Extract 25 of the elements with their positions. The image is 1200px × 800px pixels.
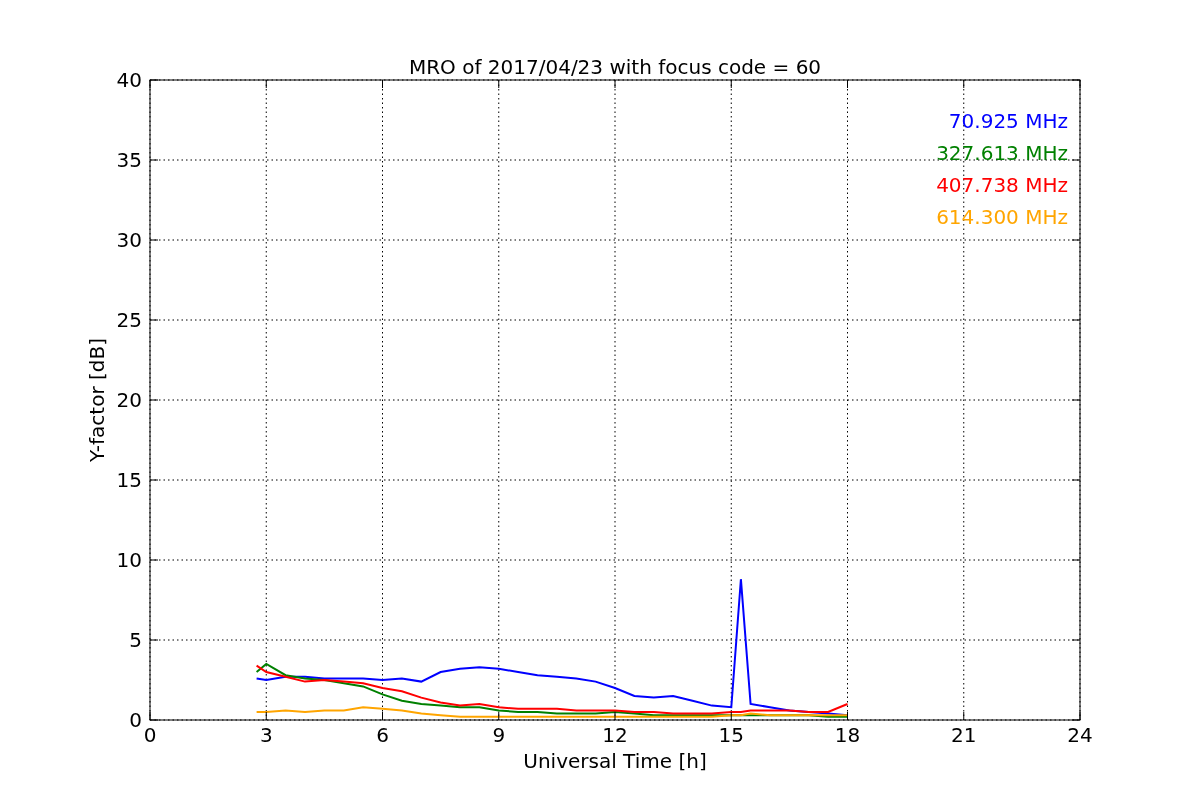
x-axis-label: Universal Time [h]	[523, 749, 707, 773]
tick-label: 3	[259, 723, 273, 747]
tick-label: 0	[129, 708, 142, 732]
tick-label: 24	[1067, 723, 1093, 747]
legend-label: 327.613 MHz	[936, 141, 1068, 165]
legend-label: 614.300 MHz	[936, 205, 1068, 229]
legend-label: 407.738 MHz	[936, 173, 1068, 197]
legend-label: 70.925 MHz	[948, 109, 1068, 133]
tick-label: 40	[116, 68, 142, 92]
tick-label: 15	[116, 468, 142, 492]
tick-label: 12	[602, 723, 628, 747]
tick-label: 30	[116, 228, 142, 252]
tick-label: 20	[116, 388, 142, 412]
y-axis-label: Y-factor [dB]	[85, 338, 109, 462]
tick-label: 6	[376, 723, 389, 747]
tick-label: 25	[116, 308, 142, 332]
tick-label: 35	[116, 148, 142, 172]
tick-label: 5	[129, 628, 142, 652]
tick-label: 21	[951, 723, 977, 747]
tick-label: 9	[492, 723, 506, 747]
tick-label: 15	[718, 723, 744, 747]
tick-label: 18	[834, 723, 861, 747]
tick-label: 10	[116, 548, 142, 572]
chart-title: MRO of 2017/04/23 with focus code = 60	[408, 55, 822, 79]
tick-label: 0	[143, 723, 157, 747]
